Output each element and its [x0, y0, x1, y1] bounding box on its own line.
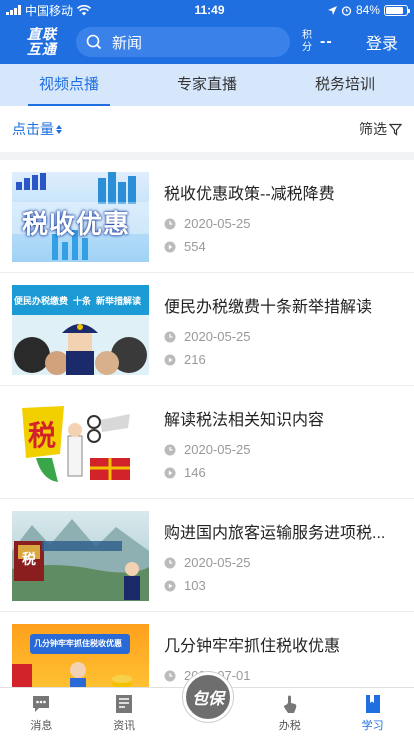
- signal-icon: [6, 5, 21, 15]
- points-display[interactable]: 积分 --: [302, 30, 333, 54]
- thumbnail-caption: 税: [28, 420, 57, 451]
- carrier-label: 中国移动: [25, 3, 74, 18]
- video-thumbnail[interactable]: 便民办税缴费 十条 新举措解读: [12, 285, 149, 375]
- time-label: 11:49: [194, 3, 225, 17]
- tab-video-on-demand[interactable]: 视频点播: [0, 64, 138, 106]
- video-views: 146: [184, 465, 206, 480]
- book-icon: [365, 695, 380, 713]
- tab-expert-live[interactable]: 专家直播: [138, 64, 276, 106]
- tap-icon: [283, 695, 297, 713]
- sort-label: 点击量: [12, 121, 54, 137]
- top-bar: 中国移动 11:49 84% 直联 互通 新闻 积分 -- 登录: [0, 0, 414, 64]
- news-icon: [116, 695, 133, 713]
- search-icon: [86, 34, 102, 50]
- points-label: 积分: [302, 30, 312, 53]
- nav-item-learning[interactable]: 学习: [331, 688, 414, 736]
- battery-percent: 84%: [355, 3, 380, 17]
- funnel-icon: [389, 123, 402, 136]
- app-header: 直联 互通 新闻 积分 -- 登录: [0, 20, 414, 64]
- clock-icon: [164, 218, 176, 229]
- login-button[interactable]: 登录: [366, 30, 404, 54]
- clock-icon: [164, 331, 176, 342]
- points-value: --: [320, 33, 333, 50]
- clock-icon: [164, 670, 176, 681]
- sort-arrows-icon: [56, 124, 62, 134]
- nav-label: 资讯: [113, 720, 136, 732]
- video-views: 103: [184, 578, 206, 593]
- tab-tax-training[interactable]: 税务培训: [276, 64, 414, 106]
- play-icon: [164, 354, 176, 365]
- video-views: 554: [184, 239, 206, 254]
- thumbnail-caption: 税: [22, 551, 36, 567]
- baobao-center-button[interactable]: 包保: [183, 672, 233, 722]
- video-thumbnail[interactable]: 税收优惠: [12, 172, 149, 262]
- battery-icon: [383, 4, 410, 16]
- video-thumbnail[interactable]: 税: [12, 398, 149, 488]
- filter-label: 筛选: [359, 121, 387, 137]
- nav-label: 办税: [278, 720, 301, 732]
- video-date: 2020-05-25: [184, 442, 251, 457]
- officer-illustration: [14, 324, 147, 375]
- coins-illustration: [12, 662, 132, 687]
- video-thumbnail[interactable]: 税: [12, 511, 149, 601]
- list-item[interactable]: 税 解读税法相关知识内容 2020-05-25 146: [0, 386, 414, 499]
- search-input[interactable]: 新闻: [76, 27, 290, 57]
- nav-label: 消息: [30, 720, 53, 732]
- play-icon: [164, 580, 176, 591]
- video-title[interactable]: 几分钟牢牢抓住税收优惠: [164, 632, 389, 656]
- video-title[interactable]: 便民办税缴费十条新举措解读: [164, 293, 389, 317]
- video-date: 2020-05-25: [184, 216, 251, 231]
- category-tabs: 视频点播 专家直播 税务培训: [0, 64, 414, 106]
- video-thumbnail[interactable]: 几分钟牢牢抓住税收优惠: [12, 624, 149, 687]
- wifi-icon: [77, 4, 92, 15]
- nav-item-tax-service[interactable]: 办税: [248, 688, 331, 736]
- video-title[interactable]: 税收优惠政策--减税降费: [164, 180, 389, 204]
- video-list: 税收优惠 税收优惠政策--减税降费 2020-05-25 554 便民办税缴费 …: [0, 160, 414, 687]
- list-item[interactable]: 税收优惠 税收优惠政策--减税降费 2020-05-25 554: [0, 160, 414, 273]
- app-logo: 直联 互通: [27, 26, 57, 57]
- video-date: 2020-05-25: [184, 329, 251, 344]
- video-views: 216: [184, 352, 206, 367]
- status-bar: 中国移动 11:49 84%: [0, 0, 414, 20]
- nav-item-news[interactable]: 资讯: [83, 688, 166, 736]
- filter-bar: 点击量 筛选: [0, 106, 414, 152]
- search-text: 新闻: [112, 34, 143, 52]
- play-icon: [164, 467, 176, 478]
- nav-label: 学习: [361, 720, 384, 732]
- filter-button[interactable]: 筛选: [359, 119, 402, 139]
- location-icon: [327, 5, 337, 15]
- sort-button[interactable]: 点击量: [12, 119, 62, 139]
- clock-icon: [164, 557, 176, 568]
- video-date: 2020-05-25: [184, 555, 251, 570]
- thumbnail-caption: 税收优惠: [22, 209, 131, 239]
- play-icon: [164, 241, 176, 252]
- list-item[interactable]: 便民办税缴费 十条 新举措解读 便民办税缴费十条新举措解读 2020-05-25…: [0, 273, 414, 386]
- nav-item-messages[interactable]: 消息: [0, 688, 83, 736]
- list-item[interactable]: 税 购进国内旅客运输服务进项税... 2020-05-25 103: [0, 499, 414, 612]
- video-title[interactable]: 解读税法相关知识内容: [164, 406, 389, 430]
- message-icon: [33, 696, 50, 712]
- clock-icon: [164, 444, 176, 455]
- alarm-icon: [341, 5, 352, 16]
- video-title[interactable]: 购进国内旅客运输服务进项税...: [164, 519, 389, 543]
